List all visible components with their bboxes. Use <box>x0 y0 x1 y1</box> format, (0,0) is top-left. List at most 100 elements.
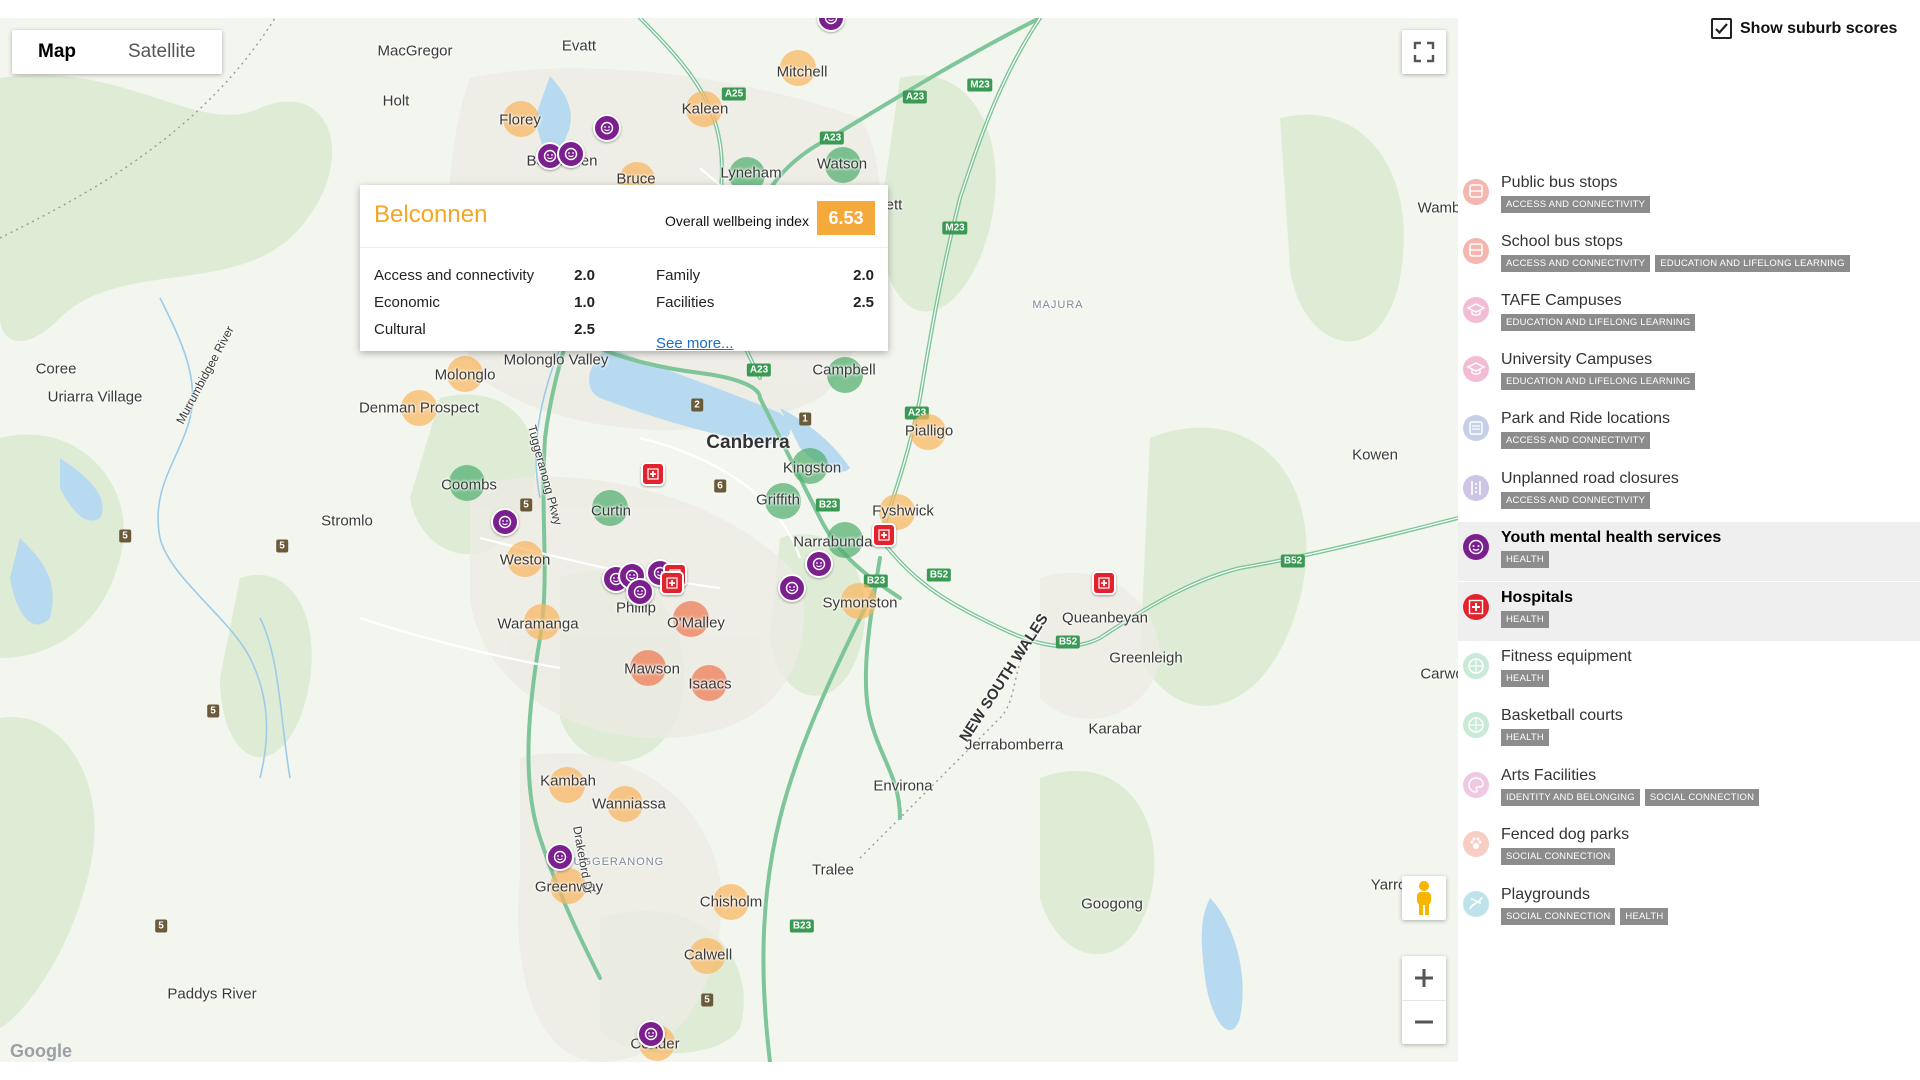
place-label: Mawson <box>624 660 680 678</box>
zoom-in-button[interactable] <box>1402 956 1446 1001</box>
mental-health-icon <box>1463 534 1489 560</box>
layer-tags: ACCESS AND CONNECTIVITY <box>1501 492 1651 509</box>
layer-toggle[interactable]: Arts Facilities IDENTITY AND BELONGING SOC… <box>1458 760 1920 819</box>
layer-toggle[interactable]: Fitness equipment HEALTH <box>1458 641 1920 700</box>
palette-icon <box>1463 772 1489 798</box>
place-label: Mitchell <box>776 63 828 81</box>
layer-toggle[interactable]: Playgrounds SOCIAL CONNECTION HEALTH <box>1458 879 1920 938</box>
plus-icon <box>1415 968 1433 987</box>
layer-title: Hospitals <box>1501 589 1574 606</box>
place-label: O'Malley <box>667 614 725 632</box>
layer-toggle[interactable]: Basketball courts HEALTH <box>1458 700 1920 759</box>
layer-toggle[interactable]: School bus stops ACCESS AND CONNECTIVITY E… <box>1458 226 1920 285</box>
youth-mental-health-marker[interactable] <box>805 550 833 578</box>
layer-tags: EDUCATION AND LIFELONG LEARNING <box>1501 314 1696 331</box>
park-ride-icon <box>1463 415 1489 441</box>
place-label: Kambah <box>540 772 596 790</box>
google-logo[interactable]: Google <box>10 1041 72 1062</box>
road-shield: B23 <box>815 498 841 512</box>
fullscreen-button[interactable] <box>1402 30 1446 74</box>
category-tag: SOCIAL CONNECTION <box>1501 848 1616 865</box>
place-label: Wanniassa <box>592 795 666 813</box>
youth-mental-health-marker[interactable] <box>593 114 621 142</box>
category-tag: HEALTH <box>1501 729 1549 746</box>
road-shield: A23 <box>746 363 772 377</box>
place-label: Isaacs <box>688 675 732 693</box>
road-shield: 5 <box>207 704 219 718</box>
checkbox[interactable] <box>1711 18 1732 39</box>
layer-title: Park and Ride locations <box>1501 410 1670 427</box>
graduation-cap-icon <box>1463 297 1489 323</box>
youth-mental-health-marker[interactable] <box>491 508 519 536</box>
hospital-marker[interactable] <box>872 523 896 547</box>
map-type-map-button[interactable]: Map <box>12 30 102 74</box>
basketball-icon <box>1463 712 1489 738</box>
score-value: 2.0 <box>574 267 595 284</box>
place-label: Uriarra Village <box>47 388 143 406</box>
hospital-marker[interactable] <box>660 571 684 595</box>
layer-toggle[interactable]: Youth mental health services HEALTH <box>1458 522 1920 581</box>
youth-mental-health-marker[interactable] <box>637 1020 665 1048</box>
layer-toggle[interactable]: Fenced dog parks SOCIAL CONNECTION <box>1458 819 1920 878</box>
place-label: Greenleigh <box>1109 649 1183 667</box>
layer-tags: HEALTH <box>1501 551 1549 568</box>
zoom-control <box>1402 956 1446 1044</box>
map-canvas[interactable]: A25 A23 M23 A23 M23 A23 A23 B23 B52 B52 B23 B52 B23 2… <box>0 18 1458 1062</box>
road-shield: B23 <box>789 919 815 933</box>
category-tag: SOCIAL CONNECTION <box>1501 908 1616 925</box>
layer-title: University Campuses <box>1501 351 1653 368</box>
category-tag: HEALTH <box>1501 670 1549 687</box>
place-label: Molonglo <box>434 366 496 384</box>
layer-tags: ACCESS AND CONNECTIVITY <box>1501 196 1651 213</box>
playground-icon <box>1463 891 1489 917</box>
place-label: MAJURA <box>1032 299 1084 311</box>
place-label: Queanbeyan <box>1062 609 1148 627</box>
layer-title: Playgrounds <box>1501 886 1590 903</box>
layer-toggle[interactable]: Hospitals HEALTH <box>1458 582 1920 641</box>
place-label: Campbell <box>812 361 876 379</box>
street-view-pegman[interactable] <box>1402 876 1446 920</box>
score-value: 2.5 <box>853 294 874 311</box>
place-label: Wamb <box>1417 199 1458 217</box>
layer-toggle[interactable]: Park and Ride locations ACCESS AND CONNEC… <box>1458 403 1920 462</box>
see-more-link[interactable]: See more... <box>656 335 734 352</box>
zoom-out-button[interactable] <box>1402 1001 1446 1045</box>
place-label: Kowen <box>1352 446 1398 464</box>
road-shield: A23 <box>819 131 845 145</box>
pegman-icon <box>1417 881 1431 915</box>
place-label: Holt <box>382 92 410 110</box>
category-tag: HEALTH <box>1501 551 1549 568</box>
layer-title: TAFE Campuses <box>1501 292 1622 309</box>
suburb-info-window: Belconnen Overall wellbeing index 6.53 A… <box>360 185 888 352</box>
place-label: Paddys River <box>167 985 257 1003</box>
layer-toggle[interactable]: TAFE Campuses EDUCATION AND LIFELONG LEAR… <box>1458 285 1920 344</box>
place-label: Watson <box>816 155 868 173</box>
place-label: Chisholm <box>699 893 763 911</box>
hospital-marker[interactable] <box>1092 571 1116 595</box>
map-type-satellite-button[interactable]: Satellite <box>102 30 222 74</box>
show-suburb-scores-label: Show suburb scores <box>1740 19 1898 37</box>
hospital-marker[interactable] <box>641 462 665 486</box>
place-label: Griffith <box>756 491 800 509</box>
place-label: Curtin <box>590 502 632 520</box>
layer-tags: EDUCATION AND LIFELONG LEARNING <box>1501 373 1696 390</box>
fitness-icon <box>1463 653 1489 679</box>
category-tag: HEALTH <box>1620 908 1669 925</box>
place-label: Lyneham <box>720 164 782 182</box>
graduation-cap-icon <box>1463 356 1489 382</box>
youth-mental-health-marker[interactable] <box>778 574 806 602</box>
layer-toggle[interactable]: Public bus stops ACCESS AND CONNECTIVITY <box>1458 167 1920 226</box>
score-label: Economic <box>374 294 440 311</box>
show-suburb-scores-toggle[interactable]: Show suburb scores <box>1711 18 1897 39</box>
layer-toggle[interactable]: University Campuses EDUCATION AND LIFELON… <box>1458 344 1920 403</box>
place-label: Florey <box>499 111 541 129</box>
score-value: 1.0 <box>574 294 595 311</box>
score-label: Facilities <box>656 294 715 311</box>
youth-mental-health-marker[interactable] <box>546 843 574 871</box>
road-shield: 5 <box>520 498 532 512</box>
score-label: Cultural <box>374 321 426 338</box>
youth-mental-health-marker[interactable] <box>557 140 585 168</box>
hospital-icon <box>1463 594 1489 620</box>
road-shield: 5 <box>276 539 288 553</box>
layer-toggle[interactable]: Unplanned road closures ACCESS AND CONNEC… <box>1458 463 1920 522</box>
